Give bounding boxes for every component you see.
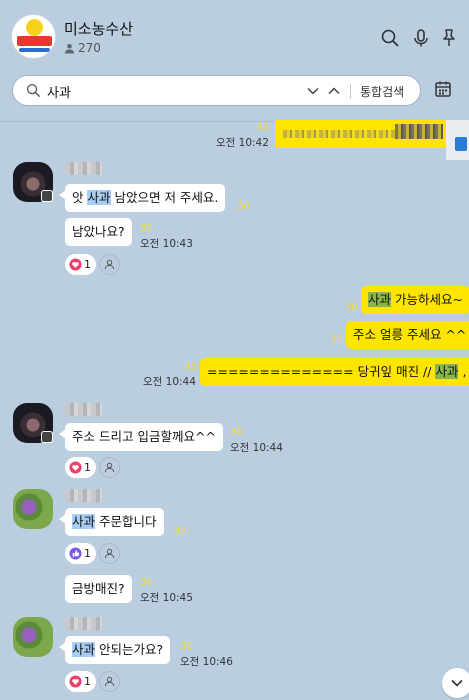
sender-avatar[interactable] — [13, 617, 53, 657]
message-time: 오전 10:42 — [216, 137, 269, 149]
reaction-count: 1 — [84, 461, 91, 474]
member-count[interactable]: 270 — [64, 41, 101, 55]
member-count-value: 270 — [78, 41, 101, 55]
my-message-bubble[interactable]: ============== 당귀잎 매진 // 사과 , 매진 — [200, 358, 469, 386]
integrated-search-button[interactable]: 통합검색 — [360, 83, 404, 100]
search-divider — [350, 84, 351, 99]
logo-phone-strip — [19, 48, 50, 52]
message-time: 오전 10:43 — [140, 238, 193, 250]
scroll-to-bottom-button[interactable] — [442, 668, 469, 698]
search-icon — [26, 83, 41, 98]
my-message-bubble[interactable]: 사과 가능하세요~ — [361, 286, 469, 314]
search-highlight: 사과 — [435, 364, 459, 379]
reaction-count: 1 — [84, 258, 91, 271]
read-count: 30 — [230, 427, 243, 438]
admin-badge — [41, 190, 53, 202]
chevron-down-icon — [451, 679, 463, 687]
add-reaction-button[interactable] — [99, 543, 120, 564]
read-count: 30 — [345, 302, 358, 313]
message-bubble[interactable]: 사과 안되는가요? — [58, 636, 171, 664]
sender-name-blurred — [65, 617, 102, 630]
message-bubble[interactable]: 남았나요? — [65, 218, 132, 246]
read-count: 30 — [174, 526, 187, 537]
search-highlight: 사과 — [72, 642, 96, 657]
message-time: 오전 10:45 — [140, 592, 193, 604]
search-input[interactable] — [47, 81, 287, 101]
chat-header: 미소농수산 270 통합검색 — [0, 0, 469, 122]
pin-icon[interactable] — [439, 28, 459, 48]
search-icon[interactable] — [380, 28, 400, 48]
message-bubble[interactable]: 사과 주문합니다 — [59, 508, 164, 536]
person-icon — [104, 462, 115, 473]
message-bubble[interactable]: 앗 사과 남았으면 저 주세요. — [58, 184, 226, 212]
heart-icon — [69, 675, 82, 688]
reaction-thumbs-up[interactable]: 1 — [65, 543, 96, 564]
microphone-icon[interactable] — [411, 28, 431, 48]
read-count: 30 — [140, 577, 153, 588]
thumbs-up-icon — [69, 547, 82, 560]
chevron-up-icon[interactable] — [327, 84, 341, 98]
read-count: 30 — [330, 334, 343, 345]
heart-icon — [69, 258, 82, 271]
logo-sun — [26, 19, 43, 36]
image-thumbnail[interactable] — [446, 120, 469, 160]
chatroom-avatar[interactable] — [11, 14, 56, 59]
message-bubble[interactable]: 주소 드리고 입금할께요^^ — [59, 423, 223, 451]
reaction-count: 1 — [84, 547, 91, 560]
search-highlight: 사과 — [87, 190, 111, 205]
add-reaction-button[interactable] — [99, 671, 120, 692]
person-icon — [104, 259, 115, 270]
reaction-heart[interactable]: 1 — [65, 671, 96, 692]
reaction-count: 1 — [84, 675, 91, 688]
read-count: 30 — [184, 362, 197, 373]
logo-banner — [17, 36, 52, 46]
message-time: 오전 10:44 — [230, 442, 283, 454]
person-icon — [104, 676, 115, 687]
message-time: 오전 10:44 — [143, 376, 196, 388]
add-reaction-button[interactable] — [99, 457, 120, 478]
search-highlight: 사과 — [368, 292, 392, 307]
chevron-down-icon[interactable] — [306, 84, 320, 98]
sender-name-blurred — [65, 489, 102, 502]
person-icon — [64, 43, 75, 54]
read-count: 30 — [256, 122, 269, 133]
chat-search-bar: 통합검색 — [12, 75, 421, 106]
sender-name-blurred — [65, 403, 102, 416]
add-reaction-button[interactable] — [99, 254, 120, 275]
reaction-heart[interactable]: 1 — [65, 457, 96, 478]
read-count: 30 — [140, 223, 153, 234]
calendar-icon[interactable] — [434, 80, 452, 98]
heart-icon — [69, 461, 82, 474]
person-icon — [104, 548, 115, 559]
my-message-bubble[interactable]: 주소 얼릉 주세요 ^^ — [346, 321, 469, 349]
sender-avatar[interactable] — [13, 489, 53, 529]
search-highlight: 사과 — [72, 514, 96, 529]
read-count: 30 — [237, 201, 250, 212]
message-time: 오전 10:46 — [180, 656, 233, 668]
sender-name-blurred — [65, 162, 102, 175]
my-message-bubble-blurred[interactable] — [275, 120, 450, 148]
chatroom-title[interactable]: 미소농수산 — [64, 18, 133, 39]
read-count: 30 — [180, 641, 193, 652]
message-bubble[interactable]: 금방매진? — [65, 575, 132, 603]
admin-badge — [41, 431, 53, 443]
reaction-heart[interactable]: 1 — [65, 254, 96, 275]
